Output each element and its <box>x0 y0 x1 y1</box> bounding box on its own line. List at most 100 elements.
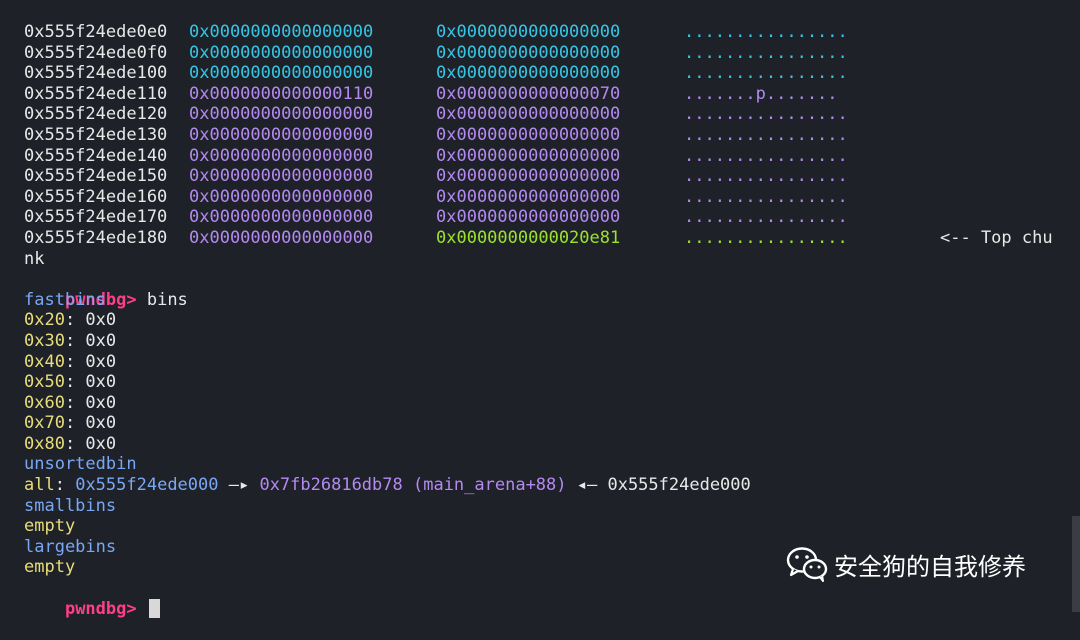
arena-address: 0x7fb26816db78 <box>259 475 403 496</box>
wechat-icon <box>786 547 828 582</box>
bin-size: 0x40 <box>24 351 65 372</box>
address: 0x555f24ede100 <box>24 63 168 84</box>
fastbin-entry: 0x50: 0x0 <box>24 372 1080 393</box>
memory-row: 0x555f24ede120 0x0000000000000000 0x000000… <box>24 104 1080 125</box>
quadword-2: 0x0000000000000000 <box>436 145 621 166</box>
ascii-view: ................ <box>684 186 848 207</box>
bin-size: 0x30 <box>24 330 65 351</box>
address: 0x555f24ede140 <box>24 145 168 166</box>
address: 0x555f24ede160 <box>24 186 168 207</box>
memory-row: 0x555f24ede0e0 0x0000000000000000 0x000000… <box>24 22 1080 43</box>
terminal[interactable]: 0x555f24ede0e0 0x0000000000000000 0x000000… <box>0 0 1080 619</box>
text-cursor[interactable] <box>148 598 160 618</box>
quadword-1: 0x0000000000000000 <box>189 104 374 125</box>
watermark: 安全狗的自我修养 <box>786 544 1026 584</box>
memory-row: 0x555f24ede110 0x0000000000000110 0x000000… <box>24 84 1080 105</box>
ascii-view: ................ <box>684 63 848 84</box>
bin-size: 0x60 <box>24 392 65 413</box>
colon: : <box>54 475 76 496</box>
ascii-view: ................ <box>684 145 848 166</box>
fastbin-entry: 0x70: 0x0 <box>24 413 1080 434</box>
memory-row: 0x555f24ede170 0x0000000000000000 0x000000… <box>24 207 1080 228</box>
address: 0x555f24ede130 <box>24 124 168 145</box>
watermark-text: 安全狗的自我修养 <box>834 552 1026 581</box>
quadword-2: 0x0000000000000000 <box>436 124 621 145</box>
back-chunk-address: 0x555f24ede000 <box>607 475 751 496</box>
quadword-1: 0x0000000000000000 <box>189 145 374 166</box>
smallbins-heading: smallbins <box>24 495 117 516</box>
bin-size: 0x70 <box>24 413 65 434</box>
prompt: pwndbg> <box>64 598 137 619</box>
memory-row: 0x555f24ede160 0x0000000000000000 0x000000… <box>24 187 1080 208</box>
unsortedbin-heading: unsortedbin <box>24 454 137 475</box>
memory-dump: 0x555f24ede0e0 0x0000000000000000 0x000000… <box>24 22 1080 228</box>
quadword-2: 0x0000000000000070 <box>436 83 621 104</box>
ascii-view: ................ <box>684 207 848 228</box>
quadword-1: 0x0000000000000000 <box>189 22 374 42</box>
smallbins-value: empty <box>24 516 76 537</box>
bin-size: 0x50 <box>24 372 65 393</box>
arena-symbol: (main_arena+88) <box>402 475 567 496</box>
forward-arrow: —▸ <box>218 475 260 496</box>
quadword-1: 0x0000000000000000 <box>189 166 374 187</box>
address: 0x555f24ede110 <box>24 83 168 104</box>
quadword-2: 0x0000000000020e81 <box>436 227 621 248</box>
ascii-view: ................ <box>684 166 848 187</box>
unsortedbin-entry: all: 0x555f24ede000 —▸ 0x7fb26816db78 (m… <box>24 475 1080 496</box>
top-chunk-row: 0x555f24ede180 0x0000000000000000 0x0000… <box>24 228 1080 249</box>
address: 0x555f24ede170 <box>24 207 168 228</box>
address: 0x555f24ede0e0 <box>24 22 168 42</box>
fastbin-entry: 0x60: 0x0 <box>24 393 1080 414</box>
fastbin-entry: 0x30: 0x0 <box>24 331 1080 352</box>
address: 0x555f24ede0f0 <box>24 42 168 63</box>
quadword-1: 0x0000000000000000 <box>189 227 374 248</box>
ascii-view: ................ <box>684 22 848 42</box>
ascii-view: ................ <box>684 227 848 248</box>
fastbins-heading: fastbins <box>24 289 106 310</box>
bin-value: : 0x0 <box>64 351 117 372</box>
quadword-1: 0x0000000000000000 <box>189 63 374 84</box>
back-arrow: ◂— <box>566 475 608 496</box>
quadword-2: 0x0000000000000000 <box>436 186 621 207</box>
bin-value: : 0x0 <box>64 392 117 413</box>
memory-row: 0x555f24ede150 0x0000000000000000 0x000000… <box>24 166 1080 187</box>
memory-row: 0x555f24ede0f0 0x0000000000000000 0x000000… <box>24 43 1080 64</box>
fastbin-entry: 0x80: 0x0 <box>24 434 1080 455</box>
ascii-view: ................ <box>684 124 848 145</box>
bin-value: : 0x0 <box>64 413 117 434</box>
ascii-view: .......p....... <box>684 83 838 104</box>
command-line: pwndbg> bins <box>24 269 1080 310</box>
quadword-2: 0x0000000000000000 <box>436 166 621 187</box>
memory-row: 0x555f24ede140 0x0000000000000000 0x000000… <box>24 146 1080 167</box>
bin-label: all <box>24 475 55 496</box>
quadword-1: 0x0000000000000000 <box>189 124 374 145</box>
bin-value: : 0x0 <box>64 310 117 331</box>
memory-row: 0x555f24ede130 0x0000000000000000 0x000000… <box>24 125 1080 146</box>
memory-row: 0x555f24ede100 0x0000000000000000 0x000000… <box>24 63 1080 84</box>
bin-value: : 0x0 <box>64 372 117 393</box>
bin-value: : 0x0 <box>64 330 117 351</box>
ascii-view: ................ <box>684 42 848 63</box>
quadword-2: 0x0000000000000000 <box>436 207 621 228</box>
bin-size: 0x80 <box>24 433 65 454</box>
quadword-2: 0x0000000000000000 <box>436 22 621 42</box>
bin-value: : 0x0 <box>64 433 117 454</box>
bin-size: 0x20 <box>24 310 65 331</box>
window-edge <box>1072 516 1080 612</box>
ascii-view: ................ <box>684 104 848 125</box>
annotation-wrap: nk <box>24 248 45 269</box>
quadword-2: 0x0000000000000000 <box>436 63 621 84</box>
fastbins-list: 0x20: 0x0 0x30: 0x0 0x40: 0x0 0x50: 0x0 0x60… <box>24 310 1080 454</box>
quadword-2: 0x0000000000000000 <box>436 104 621 125</box>
fastbin-entry: 0x20: 0x0 <box>24 310 1080 331</box>
address: 0x555f24ede150 <box>24 166 168 187</box>
quadword-2: 0x0000000000000000 <box>436 42 621 63</box>
quadword-1: 0x0000000000000000 <box>189 186 374 207</box>
address: 0x555f24ede180 <box>24 227 168 248</box>
quadword-1: 0x0000000000000000 <box>189 42 374 63</box>
top-chunk-annotation: <-- Top chu <box>940 227 1053 248</box>
quadword-1: 0x0000000000000000 <box>189 207 374 228</box>
quadword-1: 0x0000000000000110 <box>189 83 374 104</box>
address: 0x555f24ede120 <box>24 104 168 125</box>
chunk-address: 0x555f24ede000 <box>75 475 219 496</box>
